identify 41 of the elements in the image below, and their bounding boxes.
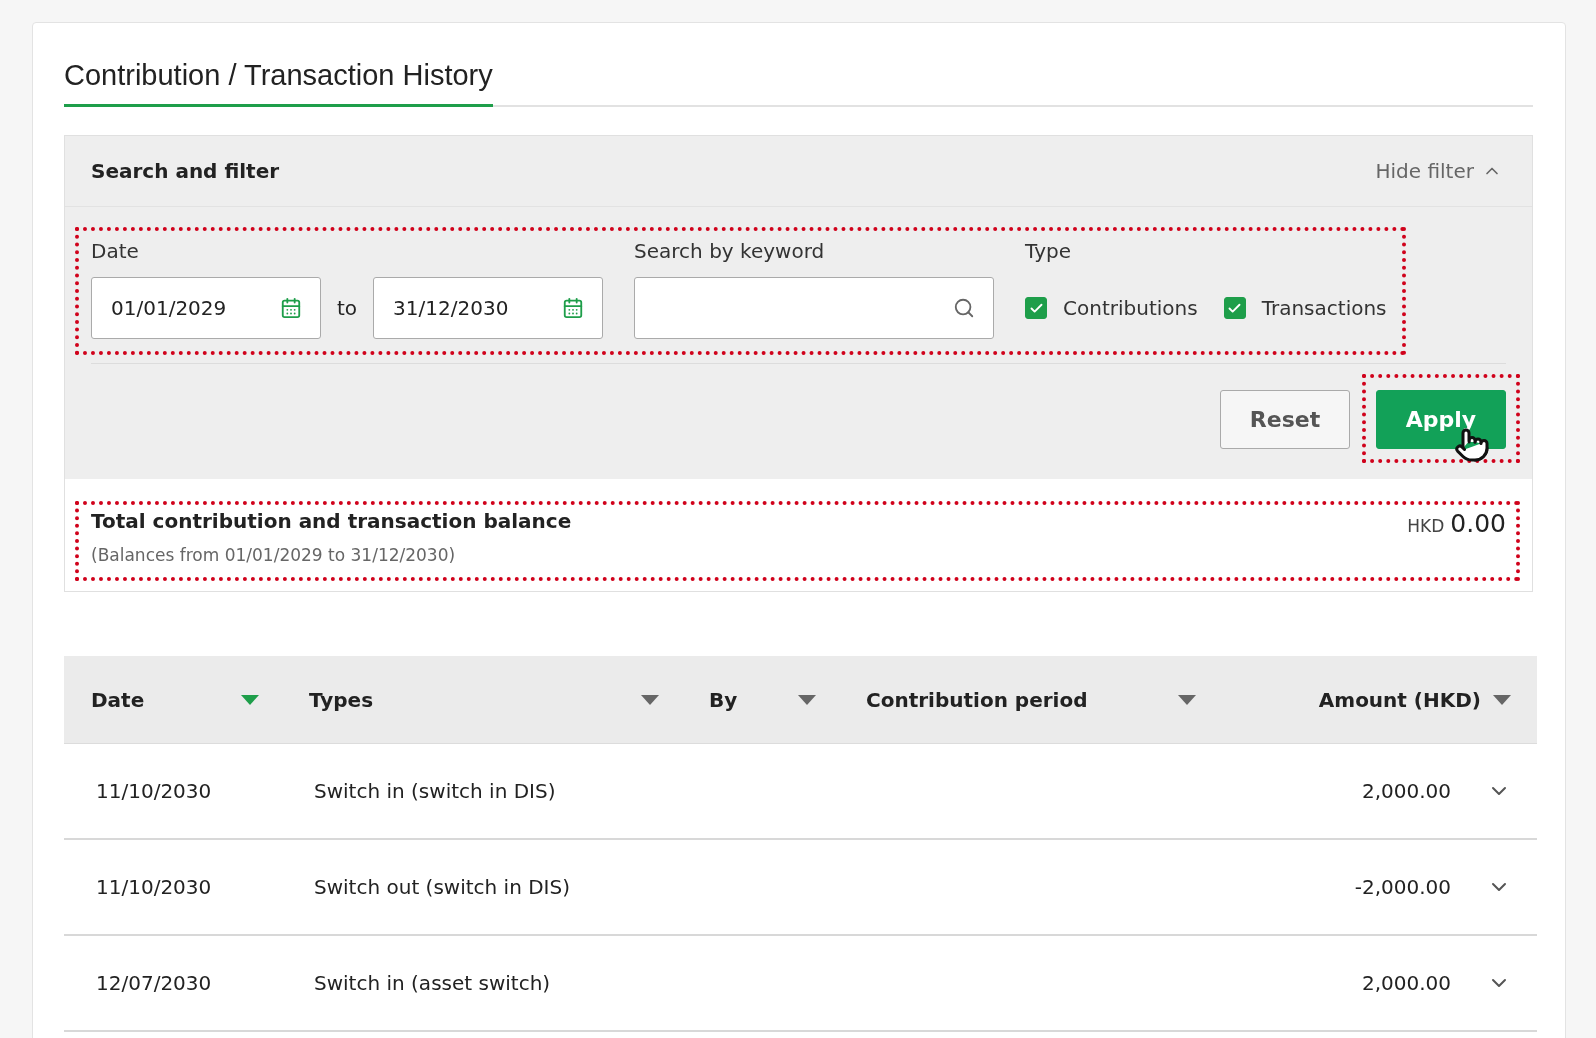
keyword-label: Search by keyword [634,239,826,263]
table-cell: -2,000.00 [1354,875,1451,899]
table-cell-text: Switch in (switch in DIS) [314,779,557,803]
currency-label: HKD [1407,516,1445,536]
sort-arrow-icon[interactable] [241,694,259,705]
page-title: Contribution / Transaction History [64,59,493,107]
date-label: Date [91,239,140,263]
date-to-field[interactable]: 31/12/2030 [373,277,604,339]
sort-arrow-icon[interactable] [1493,694,1511,705]
calendar-icon [280,297,302,319]
balance-title: Total contribution and transaction balance [91,509,572,533]
sort-arrow-icon[interactable] [1178,694,1196,705]
table-cell-text: 12/07/2030 [96,971,213,995]
type-checkbox[interactable]: Contributions [1025,277,1198,339]
table-cell: 2,000.00 [1361,779,1451,803]
to-label: to [337,296,358,320]
table-cell-text: Switch out (switch in DIS) [314,875,571,899]
column-header[interactable]: Contribution period [866,687,1088,712]
table-cell: 2,000.00 [1361,971,1451,995]
table-cell-text: 11/10/2030 [96,779,213,803]
date-from-field[interactable]: 01/01/2029 [91,277,321,339]
table-cell-text: Switch in (asset switch) [314,971,552,995]
sort-arrow-icon[interactable] [798,694,816,705]
hide-filter-toggle[interactable]: Hide filter [1375,159,1502,183]
type-checkbox[interactable]: Transactions [1223,277,1387,339]
column-header[interactable]: Types [309,687,374,712]
table-cell-text: 11/10/2030 [96,875,213,899]
balance-note: (Balances from 01/01/2029 to 31/12/2030) [91,545,457,565]
checkbox[interactable] [1223,297,1246,319]
calendar-icon [562,297,585,319]
type-label: Type [1025,239,1072,263]
keyword-search-field[interactable] [634,277,995,339]
column-header[interactable]: By [709,687,738,712]
checkbox[interactable] [1025,297,1048,319]
reset-button[interactable]: Reset [1220,390,1350,449]
column-header[interactable]: Date [91,687,145,712]
search-icon [953,297,976,319]
column-header[interactable]: Amount (HKD) [1318,687,1481,712]
filter-heading: Search and filter [91,159,280,183]
balance-amount: 0.00 [1450,509,1506,538]
sort-arrow-icon[interactable] [641,694,659,705]
